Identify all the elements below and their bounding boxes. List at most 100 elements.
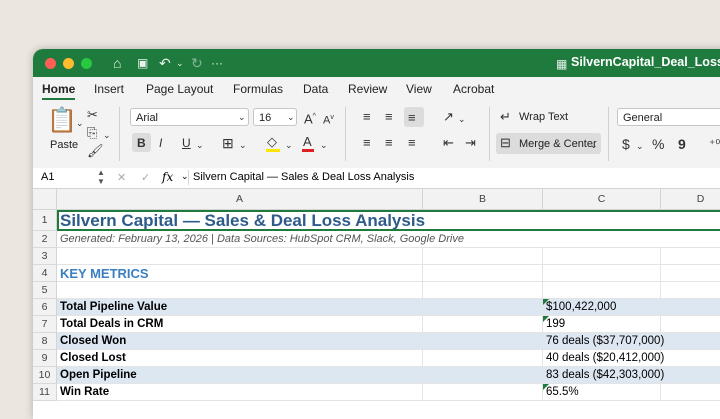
cell-c[interactable]: 76 deals ($37,707,000) xyxy=(543,333,664,349)
copy-icon[interactable]: ⎘ xyxy=(87,125,97,141)
tab-data[interactable]: Data xyxy=(303,82,328,96)
cell-d[interactable] xyxy=(661,350,720,366)
column-header-a[interactable]: A xyxy=(57,189,423,210)
close-window-button[interactable] xyxy=(45,58,56,69)
undo-dropdown-chevron-icon[interactable]: ⌄ xyxy=(176,54,184,72)
cell-a[interactable]: Total Deals in CRM xyxy=(57,316,423,332)
cell-c[interactable]: 65.5% xyxy=(543,384,661,400)
bold-button[interactable]: B xyxy=(137,135,146,151)
row-header[interactable]: 1 xyxy=(33,210,57,231)
zoom-window-button[interactable] xyxy=(81,58,92,69)
cut-icon[interactable]: ✂ xyxy=(87,107,98,123)
cell-d[interactable] xyxy=(661,282,720,298)
row-header[interactable]: 4 xyxy=(33,265,57,282)
tab-insert[interactable]: Insert xyxy=(94,82,124,96)
home-icon[interactable]: ⌂ xyxy=(113,54,121,72)
merge-center-icon[interactable]: ⊟ xyxy=(500,135,511,151)
cell-b[interactable] xyxy=(423,299,543,315)
align-center-icon[interactable]: ≡ xyxy=(385,135,393,151)
copy-dropdown-chevron-icon[interactable]: ⌄ xyxy=(103,127,111,143)
paste-icon[interactable]: 📋 xyxy=(47,107,77,135)
wrap-text-icon[interactable]: ↵ xyxy=(500,109,511,125)
row-header[interactable]: 3 xyxy=(33,248,57,265)
cell-d[interactable] xyxy=(661,333,720,349)
cell-b[interactable] xyxy=(423,384,543,400)
row-header[interactable]: 5 xyxy=(33,282,57,299)
tab-view[interactable]: View xyxy=(406,82,432,96)
wrap-text-button[interactable]: Wrap Text xyxy=(519,111,568,123)
paste-dropdown-chevron-icon[interactable]: ⌄ xyxy=(76,115,84,131)
column-header-c[interactable]: C xyxy=(543,189,661,210)
percent-format-button[interactable]: % xyxy=(652,136,664,152)
name-box-stepper-icon[interactable]: ▲ ▼ xyxy=(97,168,105,186)
borders-chevron-icon[interactable]: ⌄ xyxy=(239,137,247,153)
error-indicator-icon[interactable] xyxy=(543,299,549,305)
tab-page-layout[interactable]: Page Layout xyxy=(146,82,213,96)
format-painter-icon[interactable]: 🖌 xyxy=(87,143,104,159)
cell-c[interactable] xyxy=(543,265,661,281)
row-header[interactable]: 9 xyxy=(33,350,57,367)
orientation-icon[interactable]: ↗ xyxy=(443,109,454,125)
row-header[interactable]: 2 xyxy=(33,231,57,248)
cell-d[interactable] xyxy=(661,367,720,383)
cell-a[interactable]: Closed Lost xyxy=(57,350,423,366)
decrease-font-size-icon[interactable]: Av xyxy=(323,110,334,129)
confirm-entry-icon[interactable]: ✓ xyxy=(141,171,150,184)
merge-center-chevron-icon[interactable]: ⌄ xyxy=(590,137,598,153)
borders-icon[interactable]: ⊞ xyxy=(222,135,234,151)
row-header[interactable]: 7 xyxy=(33,316,57,333)
underline-button[interactable]: U xyxy=(182,135,191,151)
cell-a[interactable]: Total Pipeline Value xyxy=(57,299,423,315)
cell-b[interactable] xyxy=(423,316,543,332)
align-left-icon[interactable]: ≡ xyxy=(363,135,371,151)
align-top-icon[interactable]: ≡ xyxy=(363,109,371,125)
align-middle-icon[interactable]: ≡ xyxy=(385,109,393,125)
cell-b[interactable] xyxy=(423,282,543,298)
increase-decimal-icon[interactable]: ⁺⁰ xyxy=(709,136,720,152)
cell-c[interactable]: 83 deals ($42,303,000) xyxy=(543,367,664,383)
tab-formulas[interactable]: Formulas xyxy=(233,82,283,96)
column-header-d[interactable]: D xyxy=(661,189,720,210)
cell-a[interactable]: Silvern Capital — Sales & Deal Loss Anal… xyxy=(57,210,425,230)
cell-b[interactable] xyxy=(423,248,543,264)
cell-c[interactable] xyxy=(543,248,661,264)
tab-home[interactable]: Home xyxy=(42,82,75,96)
font-color-chevron-icon[interactable]: ⌄ xyxy=(320,137,328,153)
number-format-select[interactable]: General xyxy=(617,108,720,126)
cell-c[interactable]: 40 deals ($20,412,000) xyxy=(543,350,664,366)
row-header[interactable]: 8 xyxy=(33,333,57,350)
cell-d[interactable] xyxy=(661,384,720,400)
increase-indent-icon[interactable]: ⇥ xyxy=(465,135,476,151)
cell-d[interactable] xyxy=(661,231,720,247)
tab-acrobat[interactable]: Acrobat xyxy=(453,82,494,96)
cell-c[interactable]: 199 xyxy=(543,316,661,332)
currency-chevron-icon[interactable]: ⌄ xyxy=(636,138,644,154)
redo-icon[interactable]: ↻ xyxy=(191,54,203,72)
cancel-entry-icon[interactable]: ✕ xyxy=(117,171,126,184)
cell-c[interactable] xyxy=(543,282,661,298)
cell-a[interactable]: Open Pipeline xyxy=(57,367,423,383)
increase-font-size-icon[interactable]: A^ xyxy=(304,109,316,127)
cell-b[interactable] xyxy=(423,333,543,349)
fill-color-icon[interactable]: ◇ xyxy=(266,134,280,152)
cell-b[interactable] xyxy=(423,265,543,281)
cell-a[interactable] xyxy=(57,248,423,264)
select-all-corner[interactable] xyxy=(33,189,57,210)
insert-function-button[interactable]: fx xyxy=(162,170,173,184)
italic-button[interactable]: I xyxy=(159,135,162,151)
save-icon[interactable]: ▣ xyxy=(137,54,148,72)
name-box[interactable]: A1 xyxy=(41,171,54,183)
error-indicator-icon[interactable] xyxy=(543,316,549,322)
merge-center-button[interactable]: Merge & Center xyxy=(519,138,597,150)
cell-c[interactable] xyxy=(543,210,661,230)
align-bottom-icon[interactable]: ≡ xyxy=(408,110,416,126)
comma-style-button[interactable]: 9 xyxy=(678,136,686,152)
cell-b[interactable] xyxy=(423,231,543,247)
underline-chevron-icon[interactable]: ⌄ xyxy=(196,137,204,153)
cell-a[interactable] xyxy=(57,282,423,298)
font-color-icon[interactable]: A xyxy=(302,134,314,152)
font-size-chevron-icon[interactable]: ⌄ xyxy=(287,109,295,125)
cell-a[interactable]: Generated: February 13, 2026 | Data Sour… xyxy=(57,231,464,247)
cell-a[interactable]: Closed Won xyxy=(57,333,423,349)
fill-color-chevron-icon[interactable]: ⌄ xyxy=(285,137,293,153)
